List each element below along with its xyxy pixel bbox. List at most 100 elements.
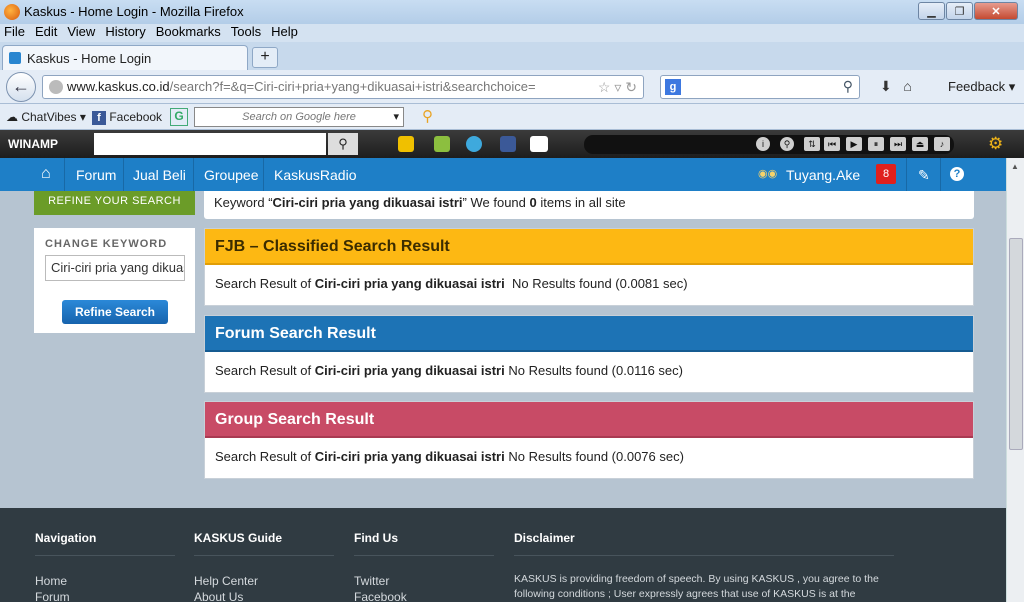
refine-search-button[interactable]: Refine Search: [62, 300, 168, 324]
footer-disclaimer-title: Disclaimer: [514, 531, 894, 556]
bookmark-chatvibes[interactable]: ☁ ChatVibes ▾: [6, 110, 86, 124]
pencil-icon[interactable]: ✎: [918, 167, 930, 184]
maximize-button[interactable]: ❐: [946, 2, 973, 20]
forum-prefix: Search Result of: [215, 363, 315, 378]
footer-navigation-title: Navigation: [35, 531, 175, 556]
tab-kaskus[interactable]: Kaskus - Home Login: [2, 45, 248, 70]
user-name[interactable]: Tuyang.Ake: [786, 167, 860, 183]
home-icon[interactable]: ⌂: [41, 165, 51, 183]
google-toolbar-icon[interactable]: G: [170, 108, 188, 126]
group-prefix: Search Result of: [215, 449, 315, 464]
scroll-up-icon[interactable]: ▲: [1011, 162, 1019, 171]
menu-help[interactable]: Help: [271, 24, 298, 42]
twitter-icon[interactable]: [466, 136, 482, 152]
ebay-icon[interactable]: [530, 136, 548, 152]
menu-edit[interactable]: Edit: [35, 24, 57, 42]
footer-link-twitter[interactable]: Twitter: [354, 574, 494, 588]
nav-kaskusradio[interactable]: KaskusRadio: [274, 167, 357, 183]
minimize-button[interactable]: ▁: [918, 2, 945, 20]
volume-icon[interactable]: ♪: [934, 137, 950, 151]
fjb-result-body: Search Result of Ciri-ciri pria yang dik…: [205, 265, 973, 305]
forum-keyword: Ciri-ciri pria yang dikuasai istri: [314, 363, 505, 378]
user-avatar[interactable]: ◉◉: [758, 167, 777, 180]
footer-guide-title: KASKUS Guide: [194, 531, 334, 556]
previous-icon[interactable]: ⏮: [824, 137, 840, 151]
refine-search-tag: REFINE YOUR SEARCH: [34, 191, 195, 215]
forum-result-body: Search Result of Ciri-ciri pria yang dik…: [205, 352, 973, 392]
search-summary-text: Keyword “Ciri-ciri pria yang dikuasai is…: [214, 195, 626, 210]
summary-post: items in all site: [536, 195, 626, 210]
window-title-bar: Kaskus - Home Login - Mozilla Firefox ▁ …: [0, 0, 1024, 24]
group-result-title: Group Search Result: [205, 402, 973, 438]
footer-link-home[interactable]: Home: [35, 574, 175, 588]
search-icon[interactable]: ⚲: [843, 78, 853, 95]
play-icon[interactable]: ▶: [846, 137, 862, 151]
nav-groupee[interactable]: Groupee: [204, 167, 258, 183]
footer-link-help-center[interactable]: Help Center: [194, 574, 334, 588]
url-bar[interactable]: www.kaskus.co.id/search?f=&q=Ciri-ciri+p…: [42, 75, 644, 99]
eject-icon[interactable]: ⏏: [912, 137, 928, 151]
footer-link-facebook[interactable]: Facebook: [354, 590, 494, 602]
winamp-search-input[interactable]: [94, 133, 326, 155]
keyword-input[interactable]: Ciri-ciri pria yang dikuasai istri: [45, 255, 185, 281]
winamp-search-button[interactable]: ⚲: [328, 133, 358, 155]
facebook-label: Facebook: [109, 110, 163, 124]
facebook-icon[interactable]: [500, 136, 516, 152]
google-toolbar-search[interactable]: Search on Google here ▾: [194, 107, 404, 127]
forum-suffix: No Results found (0.0116 sec): [504, 363, 683, 378]
info-icon[interactable]: i: [756, 137, 770, 151]
new-tab-button[interactable]: +: [252, 47, 278, 68]
google-search-box[interactable]: g ⚲: [660, 75, 860, 99]
back-button[interactable]: ←: [6, 72, 36, 102]
next-icon[interactable]: ⏭: [890, 137, 906, 151]
fjb-suffix: No Results found (0.0081 sec): [504, 276, 688, 291]
shuffle-icon[interactable]: ⇅: [804, 137, 820, 151]
refine-sidebar: CHANGE KEYWORD Ciri-ciri pria yang dikua…: [34, 228, 195, 333]
help-icon[interactable]: ?: [950, 167, 964, 181]
menu-bookmarks[interactable]: Bookmarks: [156, 24, 221, 42]
google-plus-icon[interactable]: g: [665, 79, 681, 95]
kaskus-navbar: ⌂ Forum Jual Beli Groupee KaskusRadio ◉◉…: [0, 158, 1006, 191]
download-home-icons[interactable]: ⬇ ⌂: [880, 78, 912, 95]
footer-link-forum[interactable]: Forum: [35, 590, 175, 602]
fjb-prefix: Search Result of: [215, 276, 315, 291]
menu-history[interactable]: History: [105, 24, 145, 42]
tab-bar: Kaskus - Home Login +: [0, 42, 1024, 70]
summary-pre: Keyword “: [214, 195, 273, 210]
group-suffix: No Results found (0.0076 sec): [504, 449, 684, 464]
search-icon[interactable]: ⚲: [422, 107, 433, 125]
bookmark-star-icon[interactable]: ☆ ▿ ↻: [598, 76, 637, 98]
page-scrollbar[interactable]: ▲: [1006, 158, 1024, 602]
summary-count: 0: [529, 195, 537, 210]
footer-link-about-us[interactable]: About Us: [194, 590, 334, 602]
gear-icon[interactable]: ⚙: [988, 134, 1003, 154]
url-domain: www.kaskus.co.id: [67, 79, 170, 94]
winamp-logo: WINAMP: [8, 137, 58, 151]
feedback-button[interactable]: Feedback ▾: [948, 79, 1015, 95]
nav-forum[interactable]: Forum: [76, 167, 116, 183]
fjb-result-card: FJB – Classified Search Result Search Re…: [204, 228, 974, 306]
forum-result-title: Forum Search Result: [205, 316, 973, 352]
globe-icon: [49, 80, 63, 94]
notification-badge[interactable]: 8: [876, 164, 896, 184]
url-path: /search?f=&q=Ciri-ciri+pria+yang+dikuasa…: [169, 79, 536, 94]
summary-mid: ” We found: [462, 195, 530, 210]
search-icon[interactable]: ⚲: [780, 137, 794, 151]
close-button[interactable]: ✕: [974, 2, 1018, 20]
change-keyword-label: CHANGE KEYWORD: [45, 238, 168, 250]
forum-result-card: Forum Search Result Search Result of Cir…: [204, 315, 974, 393]
chatvibes-label: ChatVibes: [21, 110, 77, 124]
menu-file[interactable]: File: [4, 24, 25, 42]
android-icon[interactable]: [434, 136, 450, 152]
bookmark-facebook[interactable]: f Facebook: [92, 110, 162, 125]
group-result-body: Search Result of Ciri-ciri pria yang dik…: [205, 438, 973, 478]
nav-jual-beli[interactable]: Jual Beli: [133, 167, 186, 183]
scrollbar-thumb[interactable]: [1009, 238, 1023, 450]
feedback-label: Feedback: [948, 79, 1006, 94]
navigation-toolbar: ← www.kaskus.co.id/search?f=&q=Ciri-ciri…: [0, 70, 1024, 104]
menu-view[interactable]: View: [67, 24, 95, 42]
winamp-bolt-icon[interactable]: [398, 136, 414, 152]
menu-tools[interactable]: Tools: [231, 24, 261, 42]
footer-disclaimer-text: KASKUS is providing freedom of speech. B…: [514, 573, 879, 600]
pause-icon[interactable]: ⏸: [868, 137, 884, 151]
